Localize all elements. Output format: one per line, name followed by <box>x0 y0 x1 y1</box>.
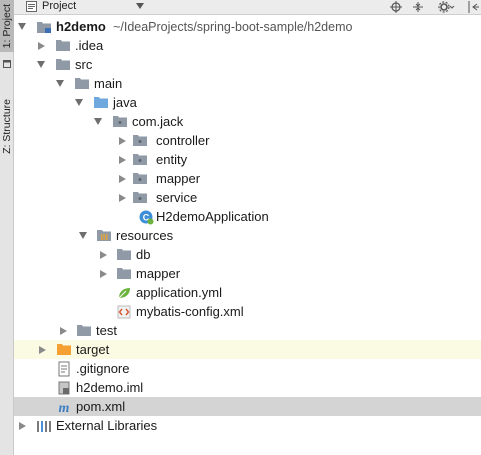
tree-item-h2demo-application[interactable]: C H2demoApplication <box>14 207 481 226</box>
collapsed-arrow-icon[interactable] <box>117 174 127 184</box>
module-file-icon <box>56 380 72 396</box>
tree-item-resources-mapper[interactable]: mapper <box>14 264 481 283</box>
package-icon <box>112 114 128 130</box>
tree-item-label: src <box>75 57 93 72</box>
collapse-icon[interactable] <box>410 0 426 14</box>
collapsed-arrow-icon[interactable] <box>117 193 127 203</box>
tree-item-label: entity <box>156 152 188 167</box>
tree-item-src[interactable]: src <box>14 55 481 74</box>
collapsed-arrow-icon[interactable] <box>36 41 46 51</box>
tree-item-label: com.jack <box>132 114 184 129</box>
tree-item-main[interactable]: main <box>14 74 481 93</box>
svg-text:m: m <box>59 401 70 415</box>
structure-tool-tab-label: Z: Structure <box>1 98 13 154</box>
root-name: h2demo <box>56 19 106 34</box>
view-dropdown-icon[interactable] <box>136 3 144 9</box>
module-folder-icon <box>36 19 52 35</box>
tree-item-label: .idea <box>75 38 104 53</box>
tree-item-label: db <box>136 247 151 262</box>
project-tool-tab[interactable]: 1: Project <box>0 0 14 52</box>
tree-item-label: H2demoApplication <box>156 209 269 224</box>
tree-item-iml[interactable]: h2demo.iml <box>14 378 481 397</box>
expand-arrow-icon[interactable] <box>55 79 65 89</box>
text-file-icon <box>56 361 72 377</box>
hide-icon[interactable] <box>466 0 480 14</box>
folder-icon <box>76 323 92 339</box>
tree-item-label: resources <box>116 228 174 243</box>
xml-file-icon <box>116 304 132 320</box>
crosshair-icon[interactable] <box>388 0 404 14</box>
spring-leaf-icon <box>116 285 132 301</box>
settings-icon[interactable] <box>436 0 458 14</box>
tree-item-entity[interactable]: entity <box>14 150 481 169</box>
expand-arrow-icon[interactable] <box>74 98 84 108</box>
tree-item-mybatis-config[interactable]: mybatis-config.xml <box>14 302 481 321</box>
tree-item-h2demo[interactable]: h2demo ~/IdeaProjects/spring-boot-sample… <box>14 17 481 36</box>
tree-item-test[interactable]: test <box>14 321 481 340</box>
package-icon <box>132 133 148 149</box>
project-tool-tab-label: 1: Project <box>1 3 13 49</box>
folder-icon <box>55 38 71 54</box>
tree-item-target[interactable]: target <box>14 340 481 359</box>
tree-item-label: h2demo ~/IdeaProjects/spring-boot-sample… <box>56 19 352 34</box>
libraries-icon <box>36 418 52 434</box>
resources-folder-icon <box>96 228 112 244</box>
expand-arrow-icon[interactable] <box>78 231 88 241</box>
tree-item-external-libraries[interactable]: External Libraries <box>14 416 481 435</box>
collapsed-arrow-icon[interactable] <box>98 250 108 260</box>
collapsed-arrow-icon[interactable] <box>17 421 27 431</box>
expand-arrow-icon[interactable] <box>36 60 46 70</box>
folder-icon <box>55 57 71 73</box>
tree-item-service[interactable]: service <box>14 188 481 207</box>
expand-arrow-icon[interactable] <box>17 22 27 32</box>
tree-item-idea[interactable]: .idea <box>14 36 481 55</box>
collapsed-arrow-icon[interactable] <box>58 326 68 336</box>
tree-item-mapper[interactable]: mapper <box>14 169 481 188</box>
tree-item-label: service <box>156 190 198 205</box>
tree-item-label: h2demo.iml <box>76 380 144 395</box>
tree-item-label: mybatis-config.xml <box>136 304 244 319</box>
tool-window-strip: 1: Project Z: Structure <box>0 0 14 455</box>
maven-icon: m <box>56 399 72 415</box>
tree-item-com-jack[interactable]: com.jack <box>14 112 481 131</box>
tree-item-label: mapper <box>136 266 181 281</box>
package-icon <box>132 171 148 187</box>
project-icon <box>26 1 37 12</box>
spring-boot-class-icon: C <box>138 209 154 225</box>
folder-icon <box>116 247 132 263</box>
tree-item-gitignore[interactable]: .gitignore <box>14 359 481 378</box>
tree-item-label: External Libraries <box>56 418 158 433</box>
tree-item-label: mapper <box>156 171 201 186</box>
expand-arrow-icon[interactable] <box>93 117 103 127</box>
folder-icon <box>74 76 90 92</box>
collapsed-arrow-icon[interactable] <box>117 155 127 165</box>
tree-item-label: pom.xml <box>76 399 126 414</box>
tree-item-label: .gitignore <box>76 361 130 376</box>
tree-item-label: target <box>76 342 110 357</box>
tree-item-java[interactable]: java <box>14 93 481 112</box>
tree-item-db[interactable]: db <box>14 245 481 264</box>
collapsed-arrow-icon[interactable] <box>117 136 127 146</box>
package-icon <box>132 190 148 206</box>
structure-tool-tab[interactable]: Z: Structure <box>0 86 14 166</box>
source-folder-icon <box>93 95 109 111</box>
tree-item-label: application.yml <box>136 285 222 300</box>
package-icon <box>132 152 148 168</box>
tree-item-pom[interactable]: m pom.xml <box>14 397 481 416</box>
window-icon <box>3 60 11 68</box>
tree-item-application-yml[interactable]: application.yml <box>14 283 481 302</box>
tree-item-controller[interactable]: controller <box>14 131 481 150</box>
tree-item-label: test <box>96 323 117 338</box>
tree-item-label: java <box>113 95 137 110</box>
folder-icon <box>116 266 132 282</box>
tree-item-label: main <box>94 76 123 91</box>
tree-item-resources[interactable]: resources <box>14 226 481 245</box>
project-panel-header: Project <box>14 0 481 15</box>
tree-item-label: controller <box>156 133 210 148</box>
collapsed-arrow-icon[interactable] <box>98 269 108 279</box>
collapsed-arrow-icon[interactable] <box>37 345 47 355</box>
excluded-folder-icon <box>56 342 72 358</box>
root-path: ~/IdeaProjects/spring-boot-sample/h2demo <box>113 20 353 34</box>
panel-title[interactable]: Project <box>42 0 76 13</box>
